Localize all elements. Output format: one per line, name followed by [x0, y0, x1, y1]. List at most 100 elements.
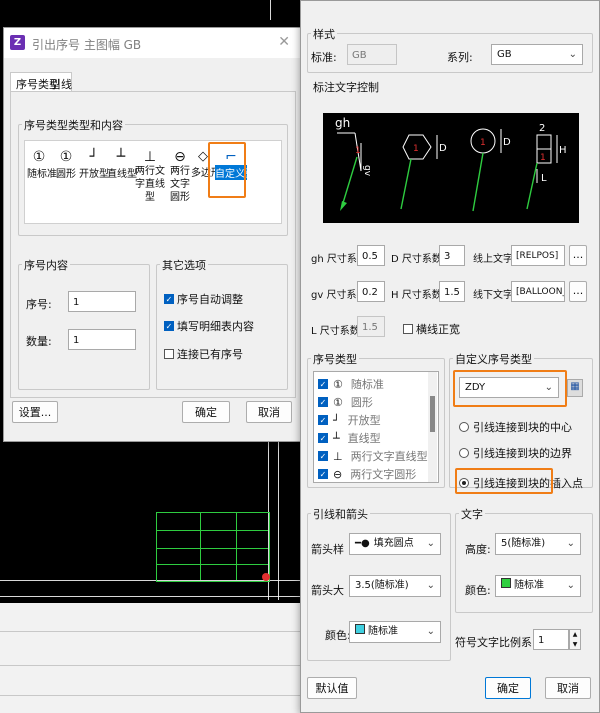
list-item-label: 开放型 — [347, 414, 381, 427]
style-group-label: 样式 — [311, 26, 337, 42]
settings-button[interactable]: 设置... — [12, 401, 58, 423]
list-item[interactable]: ✓ ⊥ 两行文字直线型 — [318, 448, 428, 464]
text-color-combo[interactable]: 随标准 ⌄ — [495, 575, 581, 597]
list-scrollbar[interactable] — [428, 372, 437, 482]
d-input[interactable]: 3 — [439, 245, 465, 266]
preview-text: D — [439, 143, 447, 154]
series-label: 系列: — [447, 51, 473, 64]
checkbox-checked-icon: ✓ — [318, 433, 328, 443]
circle-icon: ① — [333, 377, 343, 391]
checkbox-unchecked-icon — [403, 324, 413, 334]
checkbox-label: 连接已有序号 — [177, 348, 243, 361]
command-area — [0, 603, 300, 713]
two-circle-icon: ⊖ — [174, 149, 186, 165]
list-item[interactable]: ✓ ┘ 开放型 — [318, 412, 381, 428]
tab-leader[interactable]: 引线 — [50, 76, 72, 92]
list-item[interactable]: ✓ ⊖ 两行文字圆形 — [318, 466, 416, 482]
leader-color-combo[interactable]: 随标准 ⌄ — [349, 621, 441, 643]
close-icon[interactable]: ✕ — [278, 34, 290, 50]
list-item[interactable]: ✓ ┴ 直线型 — [318, 430, 381, 446]
gh-input[interactable]: 0.5 — [357, 245, 385, 266]
arrow-style-combo[interactable]: ━● 填充圆点 ⌄ — [349, 533, 441, 555]
list-item-label: 直线型 — [347, 432, 381, 445]
list-item[interactable]: ✓ ① 随标准 — [318, 376, 384, 392]
checkbox-checked-icon: ✓ — [164, 294, 174, 304]
open-leader-icon: ┘ — [89, 149, 99, 165]
combo-value: 随标准 — [514, 580, 544, 591]
fill-bom-checkbox[interactable]: ✓ 填写明细表内容 — [164, 318, 254, 334]
radio-connect-center[interactable]: 引线连接到块的中心 — [459, 419, 572, 435]
qty-input[interactable]: 1 — [68, 329, 136, 350]
checkbox-label: 横线正宽 — [416, 323, 460, 336]
auto-adjust-checkbox[interactable]: ✓ 序号自动调整 — [164, 291, 243, 307]
content-group-label: 序号内容 — [22, 257, 70, 273]
h-input[interactable]: 1.5 — [439, 281, 465, 302]
type-option-standard[interactable]: ① 随标准 — [27, 149, 57, 180]
checkbox-label: 填写明细表内容 — [177, 320, 254, 333]
checkbox-label: 序号自动调整 — [177, 293, 243, 306]
chevron-down-icon: ⌄ — [426, 538, 435, 549]
ok-button[interactable]: 确定 — [182, 401, 230, 423]
lower-text-input[interactable]: [BALLOON_PART — [511, 281, 565, 302]
chevron-down-icon: ⌄ — [426, 626, 435, 637]
cancel-button[interactable]: 取消 — [545, 677, 591, 699]
seq-input[interactable]: 1 — [68, 291, 136, 312]
cad-title-block-line — [156, 530, 268, 532]
combo-value: 填充圆点 — [373, 538, 414, 549]
text-group — [455, 513, 593, 613]
dialog-titlebar[interactable]: Z 引出序号 主图幅 GB ✕ — [4, 28, 300, 58]
arrow-size-combo[interactable]: 3.5(随标准) ⌄ — [349, 575, 441, 597]
checkbox-checked-icon: ✓ — [318, 379, 328, 389]
ok-button[interactable]: 确定 — [485, 677, 531, 699]
type-option-line[interactable]: ┴ 直线型 — [107, 149, 137, 180]
block-library-icon[interactable]: ▦ — [567, 379, 583, 397]
default-button[interactable]: 默认值 — [307, 677, 357, 699]
arrow-style-label: 箭头样 — [311, 543, 344, 556]
two-line-icon: ⊥ — [143, 149, 157, 165]
text-scale-input[interactable]: 1 — [533, 629, 569, 650]
arrow-size-label: 箭头大 — [311, 584, 344, 597]
text-color-label: 颜色: — [465, 584, 491, 597]
preview-graphic: gh gv 1 1 D 1 D 2 1 H L — [335, 116, 567, 212]
preview-text: L — [541, 173, 547, 184]
radio-label: 引线连接到块的中心 — [473, 421, 572, 434]
dialog-title: 引出序号 主图幅 GB — [32, 38, 142, 52]
tab-label: 引线 — [50, 78, 72, 91]
type-option-two-circle[interactable]: ⊖ 两行文字圆形 — [167, 149, 193, 204]
connect-existing-checkbox[interactable]: 连接已有序号 — [164, 346, 243, 362]
preview-text: 1 — [540, 153, 546, 163]
text-height-combo[interactable]: 5(随标准) ⌄ — [495, 533, 581, 555]
preview-text: gh — [335, 116, 350, 130]
arrow-down-icon: ▼ — [572, 641, 578, 648]
qty-label: 数量: — [26, 335, 52, 348]
line-leader-icon: ┴ — [333, 431, 340, 445]
two-circle-icon: ⊖ — [333, 467, 343, 481]
type-group-label: 序号类型类型和内容 — [22, 117, 125, 133]
upper-text-ellipsis-button[interactable]: ... — [569, 245, 587, 266]
seq-label: 序号: — [26, 298, 52, 311]
upper-text-input[interactable]: [RELPOS] — [511, 245, 565, 266]
type-option-circle[interactable]: ① 圆形 — [55, 149, 77, 180]
seq-type-list[interactable]: ✓ ① 随标准 ✓ ① 圆形 ✓ ┘ 开放型 ✓ ┴ 直线型 ✓ ⊥ 两行文字直线型 ✓ ⊖ 两行文字圆… — [313, 371, 439, 483]
highlight-frame — [455, 468, 553, 494]
color-swatch — [501, 578, 511, 588]
height-label: 高度: — [465, 543, 491, 556]
lower-text-ellipsis-button[interactable]: ... — [569, 281, 587, 302]
spin-button[interactable]: ▲ ▼ — [569, 629, 581, 650]
gv-input[interactable]: 0.2 — [357, 281, 385, 302]
series-combo[interactable]: GB ⌄ — [491, 44, 583, 65]
checkbox-unchecked-icon — [164, 349, 174, 359]
preview-text: 1 — [355, 146, 361, 156]
cancel-button[interactable]: 取消 — [246, 401, 292, 423]
radio-connect-boundary[interactable]: 引线连接到块的边界 — [459, 445, 572, 461]
circle-icon: ① — [32, 149, 46, 165]
type-option-two-line[interactable]: ⊥ 两行文字直线型 — [135, 149, 165, 204]
list-item[interactable]: ✓ ① 圆形 — [318, 394, 373, 410]
checkbox-checked-icon: ✓ — [318, 451, 328, 461]
equal-width-checkbox[interactable]: 横线正宽 — [403, 321, 460, 337]
type-option-open[interactable]: ┘ 开放型 — [79, 149, 109, 180]
list-item-label: 两行文字直线型 — [350, 450, 428, 463]
text-control-label: 标注文字控制 — [311, 79, 381, 95]
preview-text: 1 — [413, 144, 419, 154]
upper-text-label: 线上文字: — [473, 254, 517, 265]
